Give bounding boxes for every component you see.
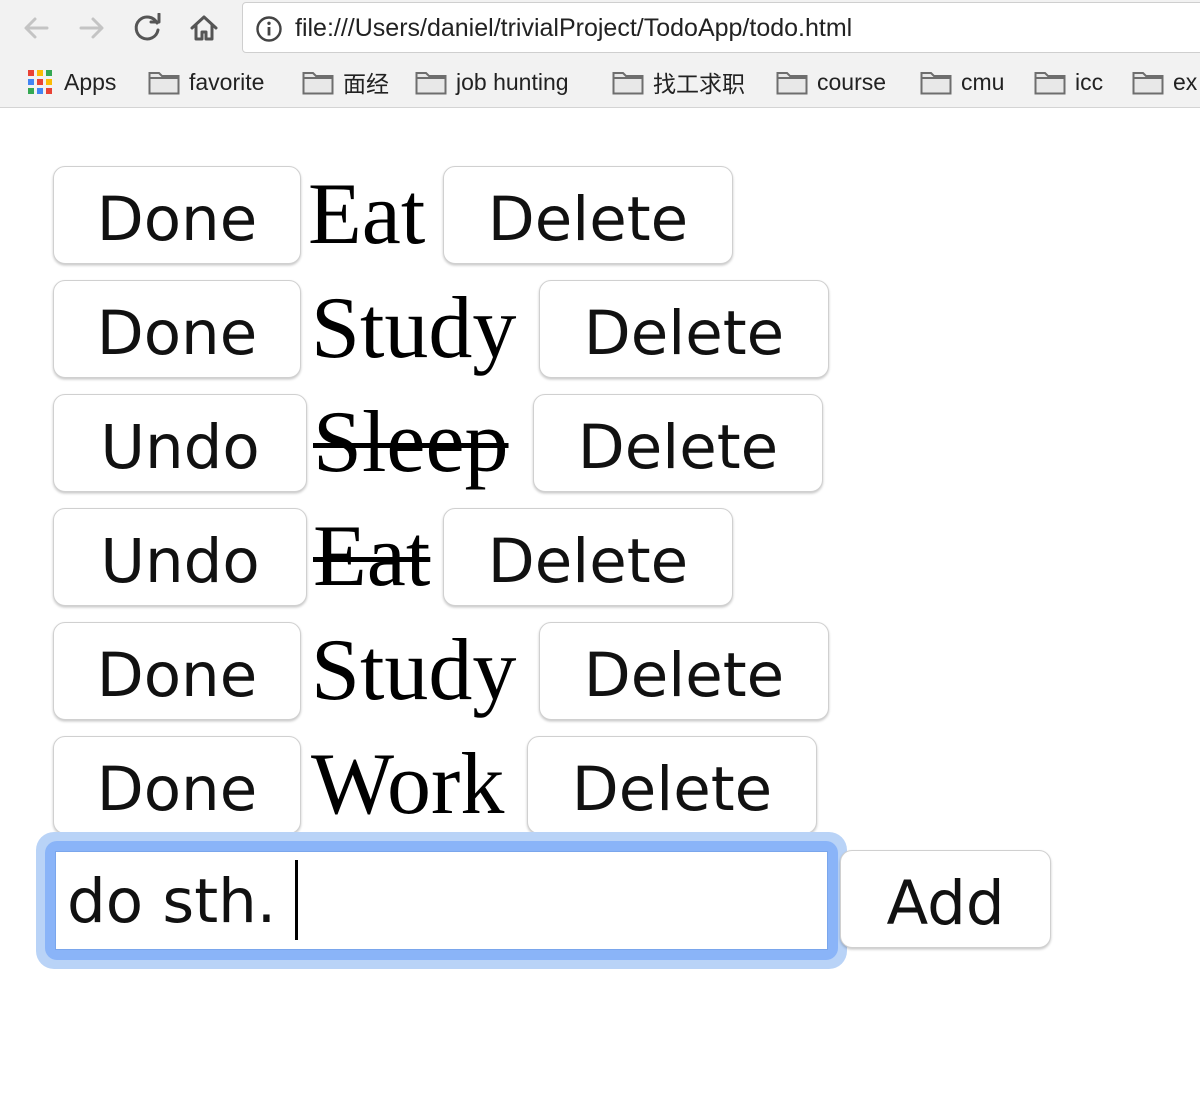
bookmark-folder[interactable]: ex (1132, 56, 1198, 107)
home-icon (190, 15, 218, 41)
done-button[interactable]: Done (53, 622, 301, 720)
bookmarks-bar: Apps favorite 面经 job hunting 找工求职 course… (0, 56, 1200, 108)
arrow-left-icon (24, 17, 49, 39)
bookmark-label: 面经 (343, 71, 389, 97)
bookmark-folder[interactable]: 找工求职 (612, 56, 745, 107)
delete-button[interactable]: Delete (533, 394, 823, 492)
bookmark-label: 找工求职 (653, 71, 745, 97)
delete-button[interactable]: Delete (443, 508, 733, 606)
todo-text: Eat (308, 166, 426, 263)
add-button[interactable]: Add (840, 850, 1051, 948)
bookmark-label: job hunting (456, 68, 569, 95)
arrow-right-icon (79, 17, 104, 39)
delete-button[interactable]: Delete (527, 736, 817, 834)
back-button[interactable] (16, 8, 56, 48)
todo-text: Study (311, 280, 517, 377)
done-button[interactable]: Done (53, 166, 301, 264)
bookmark-folder[interactable]: favorite (148, 56, 265, 107)
bookmark-folder[interactable]: icc (1034, 56, 1104, 107)
bookmark-folder[interactable]: course (776, 56, 887, 107)
undo-button[interactable]: Undo (53, 394, 307, 492)
bookmark-label: Apps (64, 68, 117, 95)
new-todo-input-value: do sth. (67, 866, 277, 937)
reload-icon (134, 13, 161, 41)
bookmark-label: favorite (189, 68, 265, 95)
bookmark-label: cmu (961, 68, 1005, 95)
bookmark-apps[interactable]: Apps (27, 56, 117, 107)
bookmark-folder[interactable]: cmu (920, 56, 1005, 107)
folder-icon (776, 72, 808, 95)
new-todo-input-border: do sth. (45, 841, 838, 960)
bookmark-label: icc (1075, 68, 1104, 95)
todo-text-completed: Sleep (313, 394, 509, 491)
apps-grid-icon (28, 70, 52, 94)
folder-icon (415, 72, 447, 95)
address-bar[interactable]: file:///Users/daniel/trivialProject/Todo… (242, 2, 1200, 53)
todo-text: Work (311, 736, 505, 833)
home-button[interactable] (184, 8, 224, 48)
new-todo-input-focus-ring: do sth. (36, 832, 847, 969)
forward-button[interactable] (72, 8, 112, 48)
delete-button[interactable]: Delete (443, 166, 733, 264)
folder-icon (920, 72, 952, 95)
delete-button[interactable]: Delete (539, 280, 829, 378)
todo-text-completed: Eat (313, 508, 431, 605)
folder-icon (148, 72, 180, 95)
folder-icon (612, 72, 644, 95)
text-caret (295, 860, 298, 940)
browser-toolbar: file:///Users/daniel/trivialProject/Todo… (0, 0, 1200, 56)
reload-button[interactable] (128, 8, 168, 48)
delete-button[interactable]: Delete (539, 622, 829, 720)
bookmark-folder[interactable]: 面经 (302, 56, 389, 107)
new-todo-input[interactable]: do sth. (55, 851, 828, 950)
bookmark-folder[interactable]: job hunting (415, 56, 569, 107)
folder-icon (302, 72, 334, 95)
info-icon[interactable] (255, 15, 283, 43)
bookmark-label: ex (1173, 68, 1198, 95)
done-button[interactable]: Done (53, 280, 301, 378)
done-button[interactable]: Done (53, 736, 301, 834)
bookmark-label: course (817, 68, 887, 95)
todo-text: Study (311, 622, 517, 719)
folder-icon (1132, 72, 1164, 95)
undo-button[interactable]: Undo (53, 508, 307, 606)
folder-icon (1034, 72, 1066, 95)
url-text: file:///Users/daniel/trivialProject/Todo… (295, 14, 853, 42)
